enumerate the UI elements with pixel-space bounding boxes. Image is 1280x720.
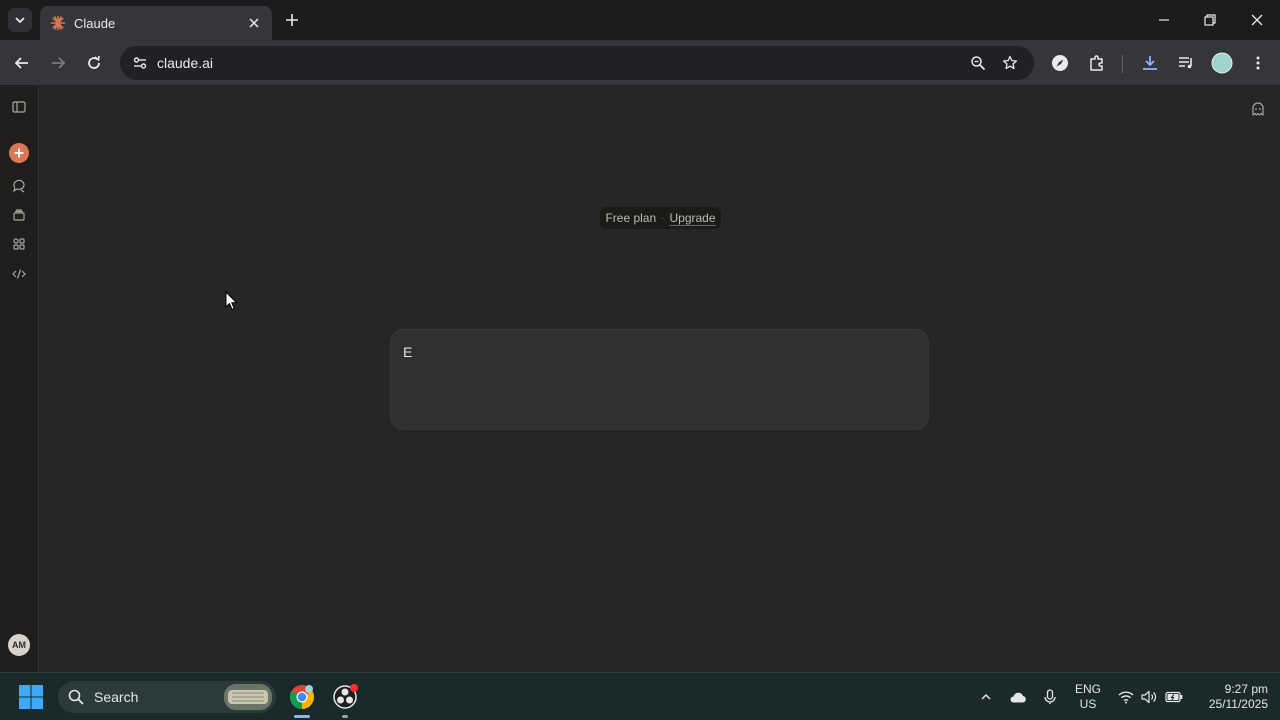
search-icon [68,689,84,705]
extension-button[interactable] [1046,49,1074,77]
mouse-pointer-icon [225,291,238,311]
browser-menu-button[interactable] [1244,49,1272,77]
reload-button[interactable] [80,49,108,77]
chrome-taskbar-app[interactable] [286,681,318,718]
browser-toolbar: claude.ai [0,40,1280,86]
running-app-indicator [342,715,348,718]
new-tab-button[interactable] [280,8,304,32]
new-chat-button[interactable] [9,143,29,163]
active-app-indicator [294,715,310,718]
projects-button[interactable] [8,204,30,226]
obs-recording-icon [333,684,358,709]
toolbar-separator [1122,55,1123,73]
battery-charging-icon [1165,691,1183,703]
chrome-icon [289,685,315,709]
microphone-icon [1044,689,1056,704]
profile-avatar-icon [1211,52,1233,74]
code-button[interactable] [8,263,30,285]
windows-logo-icon [19,685,43,709]
folder-stack-icon [13,209,25,221]
show-hidden-icons-button[interactable] [976,685,996,709]
upgrade-link[interactable]: Upgrade [670,211,716,225]
plan-label: Free plan [605,211,657,225]
chat-bubbles-icon [13,179,25,193]
site-info-icon[interactable] [128,51,152,75]
onedrive-tray-button[interactable] [1006,685,1030,709]
plan-separator: · [661,212,665,224]
taskbar-search[interactable]: Search [58,681,276,713]
artifacts-button[interactable] [8,233,30,255]
sidebar: AM [0,87,39,672]
chevron-down-icon [15,17,25,24]
reload-icon [88,55,100,69]
profile-button[interactable] [1208,49,1236,77]
cloud-icon [1010,692,1026,703]
bookmark-star-icon[interactable] [998,51,1022,75]
code-brackets-icon [12,269,26,279]
minimize-icon [1159,19,1169,21]
restore-icon [1204,14,1216,26]
compass-extension-icon [1052,55,1068,71]
incognito-chat-button[interactable] [1248,99,1268,119]
message-composer[interactable]: E [390,329,929,430]
input-language-indicator[interactable]: ENG US [1072,682,1104,712]
obs-taskbar-app[interactable] [329,681,361,718]
language-code: ENG [1074,682,1101,696]
user-avatar[interactable]: AM [8,634,30,656]
close-icon [1251,14,1263,26]
clock-time: 9:27 pm [1224,682,1268,696]
toggle-sidebar-button[interactable] [8,96,30,118]
windows-taskbar: Search ENG US 9:27 pm 25/11/2025 [0,672,1280,720]
downloads-button[interactable] [1136,49,1164,77]
sidebar-panel-icon [12,101,26,113]
minimize-window-button[interactable] [1144,6,1184,34]
more-vertical-icon [1256,56,1260,70]
start-button[interactable] [18,684,44,710]
address-bar[interactable]: claude.ai [120,46,1034,80]
restore-window-button[interactable] [1190,6,1230,34]
plus-icon [14,148,24,158]
media-queue-icon [1179,57,1192,69]
search-highlight-image [224,684,272,710]
puzzle-icon [1090,55,1103,71]
browser-tab-claude[interactable]: Claude [40,6,272,40]
download-icon [1143,56,1157,70]
media-control-button[interactable] [1172,49,1200,77]
ghost-icon [1252,102,1264,116]
arrow-right-icon [52,57,66,69]
back-button[interactable] [8,49,36,77]
microphone-tray-button[interactable] [1040,685,1060,709]
close-window-button[interactable] [1237,6,1277,34]
zoom-icon[interactable] [966,51,990,75]
composer-input-text[interactable]: E [403,344,412,360]
clock-date: 25/11/2025 [1208,697,1268,711]
volume-tray-button[interactable] [1139,685,1159,709]
speaker-icon [1141,690,1157,704]
plan-badge: Free plan · Upgrade [600,207,721,229]
forward-button[interactable] [44,49,72,77]
arrow-left-icon [14,57,28,69]
battery-tray-button[interactable] [1163,685,1185,709]
keyboard-region: US [1079,697,1097,711]
claude-logo-icon [50,15,66,31]
extensions-menu-button[interactable] [1083,49,1111,77]
search-placeholder: Search [94,689,139,705]
system-clock[interactable]: 9:27 pm 25/11/2025 [1190,682,1268,712]
browser-tab-strip: Claude [0,0,1280,40]
tab-search-button[interactable] [8,8,32,32]
url-text: claude.ai [157,55,214,71]
chats-button[interactable] [8,175,30,197]
chevron-up-icon [981,693,991,700]
wifi-icon [1118,691,1134,704]
network-tray-button[interactable] [1116,685,1136,709]
close-tab-icon[interactable] [246,15,262,31]
grid-shapes-icon [13,238,25,250]
tab-title: Claude [74,15,116,31]
plus-icon [286,14,298,26]
claude-app: AM Free plan · Upgrade E [0,87,1280,672]
